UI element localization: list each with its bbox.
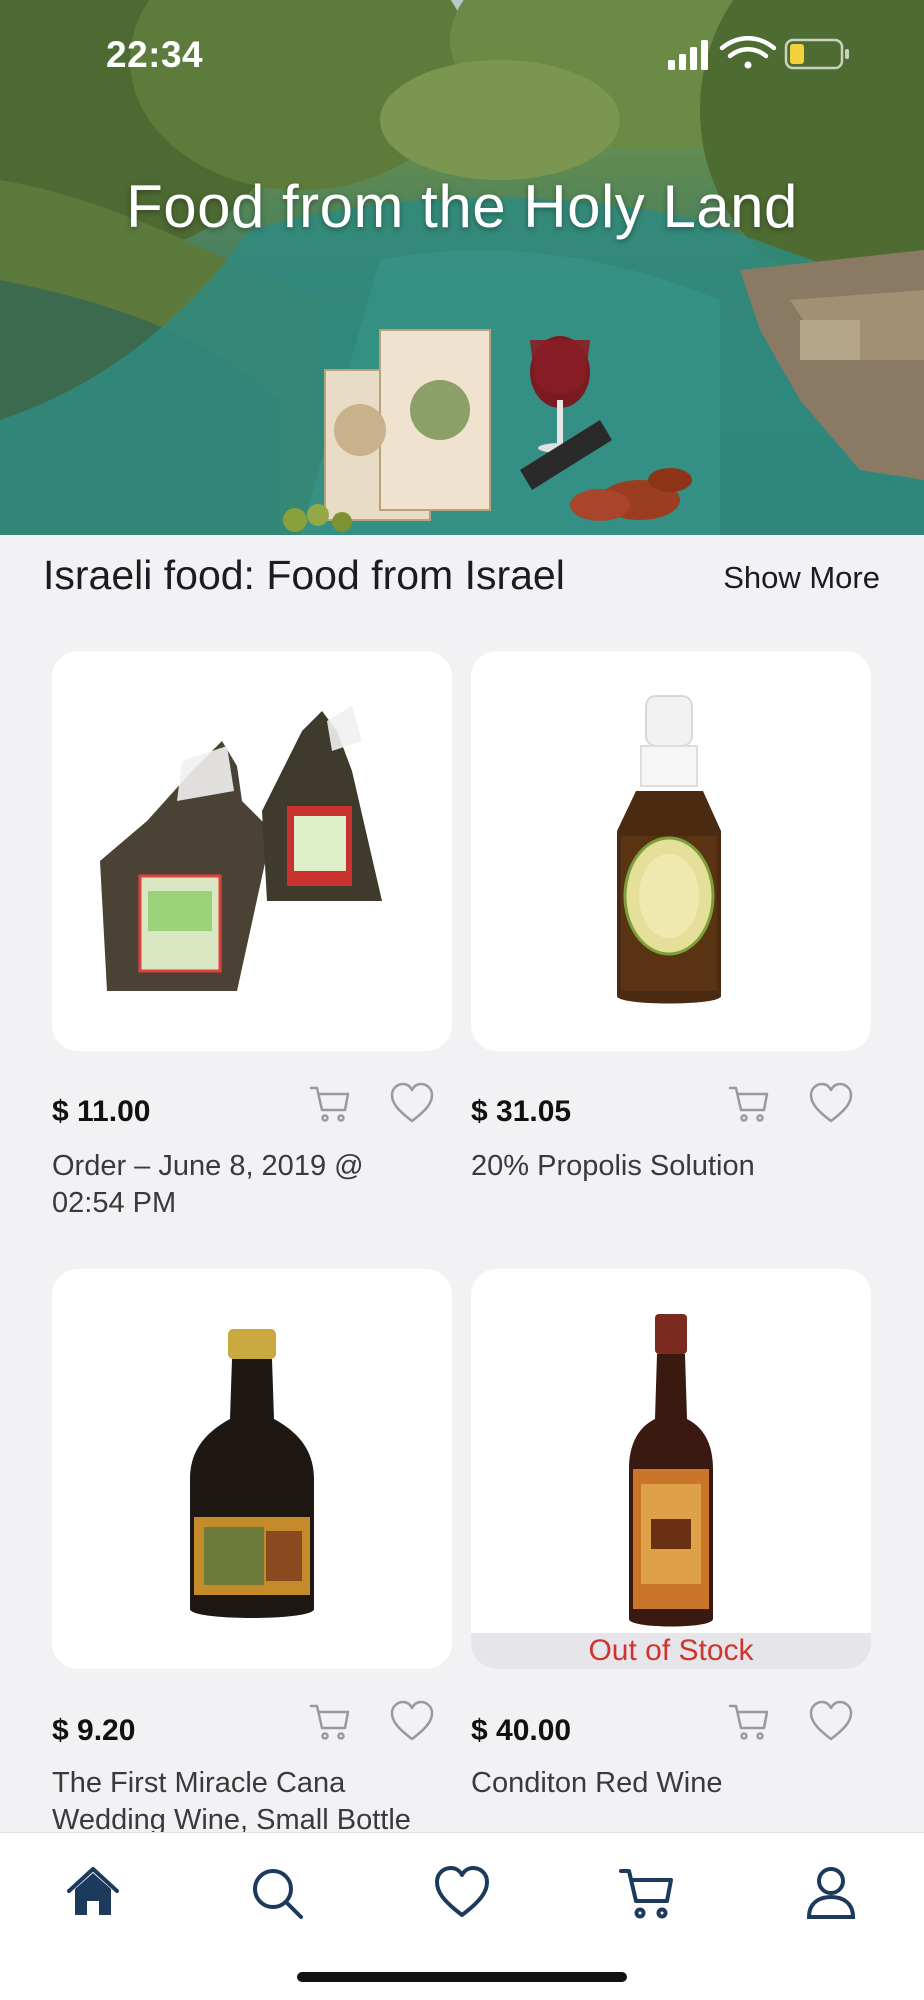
add-to-cart-icon[interactable] <box>727 1082 771 1126</box>
product-image <box>190 1329 314 1618</box>
product-image <box>100 706 382 991</box>
battery-icon <box>784 38 849 70</box>
product-card-image[interactable] <box>52 1269 452 1669</box>
show-more-link[interactable]: Show More <box>723 560 880 596</box>
hero-scene-image <box>0 0 924 535</box>
product-image <box>617 695 721 1004</box>
heart-icon[interactable] <box>432 1863 492 1923</box>
add-to-cart-icon[interactable] <box>308 1082 352 1126</box>
product-card-image[interactable] <box>52 651 452 1051</box>
add-to-cart-icon[interactable] <box>727 1700 771 1744</box>
product-name[interactable]: Order – June 8, 2019 @ 02:54 PM <box>52 1148 432 1222</box>
profile-icon[interactable] <box>801 1863 861 1923</box>
home-icon[interactable] <box>63 1863 123 1923</box>
product-card-image[interactable]: Out of Stock <box>471 1269 871 1669</box>
out-of-stock-badge: Out of Stock <box>471 1633 871 1669</box>
status-icons <box>668 36 849 70</box>
cart-icon[interactable] <box>617 1863 677 1923</box>
status-time: 22:34 <box>106 34 204 75</box>
home-indicator <box>297 1972 627 1982</box>
product-price: $ 40.00 <box>471 1714 572 1747</box>
product-image <box>629 1314 713 1627</box>
product-price: $ 11.00 <box>52 1095 151 1128</box>
section-title: Israeli food: Food from Israel <box>43 552 565 598</box>
add-to-cart-icon[interactable] <box>308 1700 352 1744</box>
product-price: $ 9.20 <box>52 1714 136 1747</box>
search-icon[interactable] <box>247 1863 307 1923</box>
hero-banner: 22:34 Food from the Holy Land <box>0 0 924 535</box>
favorite-heart-icon[interactable] <box>390 1082 434 1126</box>
favorite-heart-icon[interactable] <box>809 1082 853 1126</box>
wifi-icon <box>719 36 777 69</box>
favorite-heart-icon[interactable] <box>809 1700 853 1744</box>
product-name[interactable]: Conditon Red Wine <box>471 1765 851 1802</box>
signal-icon <box>668 40 708 70</box>
product-card-image[interactable] <box>471 651 871 1051</box>
hero-title: Food from the Holy Land <box>126 173 798 240</box>
product-name[interactable]: The First Miracle Cana Wedding Wine, Sma… <box>52 1765 432 1839</box>
favorite-heart-icon[interactable] <box>390 1700 434 1744</box>
product-name[interactable]: 20% Propolis Solution <box>471 1148 851 1185</box>
product-price: $ 31.05 <box>471 1095 572 1128</box>
